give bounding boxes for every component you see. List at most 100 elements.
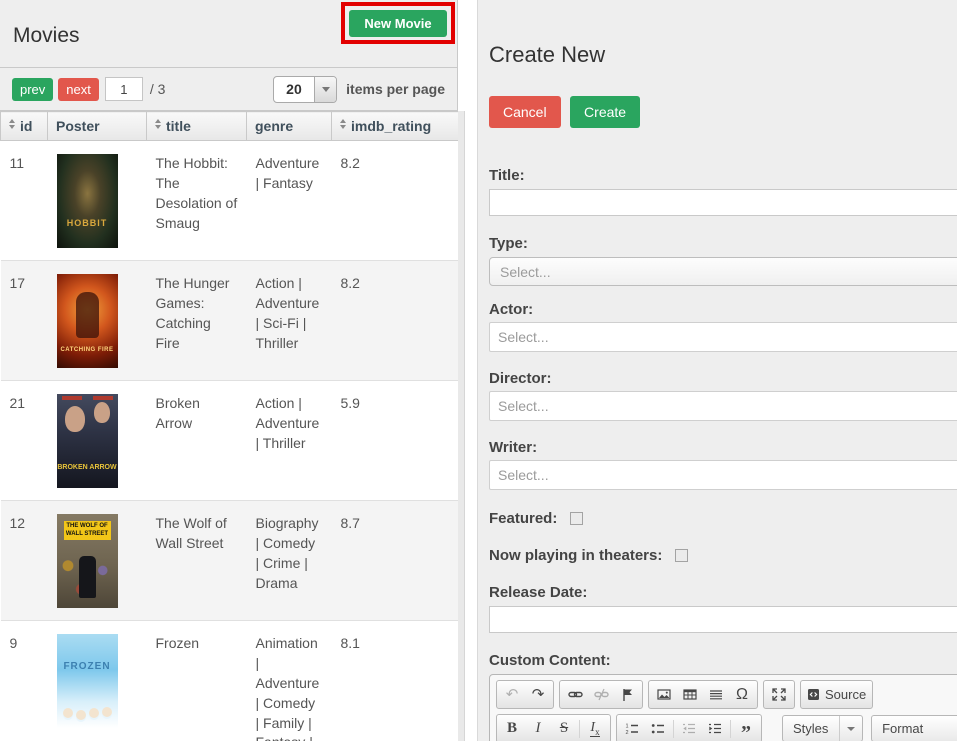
blockquote-icon[interactable]: ” (733, 720, 759, 741)
format-dropdown[interactable]: Format (871, 715, 957, 741)
bulleted-list-icon[interactable] (645, 716, 671, 741)
column-header-imdb-rating[interactable]: imdb_rating (332, 112, 460, 141)
outdent-icon[interactable] (676, 716, 702, 741)
cell-imdb-rating: 8.2 (332, 141, 460, 261)
release-date-label: Release Date: (489, 584, 957, 601)
table-row[interactable]: 17 CATCHING FIRE The Hunger Games: Catch… (1, 261, 460, 381)
now-playing-label: Now playing in theaters: (489, 547, 662, 564)
chevron-down-icon (839, 716, 862, 741)
column-label: genre (255, 118, 293, 134)
create-button[interactable]: Create (570, 96, 640, 128)
strikethrough-button[interactable]: S (551, 716, 577, 741)
actor-select[interactable] (489, 322, 957, 352)
poster-title-text: BROKEN ARROW (57, 463, 118, 473)
italic-button[interactable]: I (525, 716, 551, 741)
cell-imdb-rating: 5.9 (332, 381, 460, 501)
movie-poster: FROZEN (57, 634, 118, 728)
image-icon[interactable] (651, 682, 677, 707)
cell-id: 17 (1, 261, 48, 381)
red-highlight-annotation: New Movie (341, 2, 455, 44)
poster-title-text: THE WOLF OF WALL STREET (64, 521, 111, 540)
page-size-value: 20 (274, 77, 314, 102)
new-movie-button[interactable]: New Movie (349, 10, 447, 37)
table-icon[interactable] (677, 682, 703, 707)
title-input[interactable] (489, 189, 957, 216)
column-label: title (166, 118, 191, 134)
table-row[interactable]: 21 BROKEN ARROW Broken Arrow Action | Ad… (1, 381, 460, 501)
page-total-label: / 3 (150, 81, 166, 97)
table-row[interactable]: 9 FROZEN Frozen Animation | Adventure | … (1, 621, 460, 741)
movie-poster: BROKEN ARROW (57, 394, 118, 488)
source-button-label: Source (825, 687, 866, 702)
svg-text:2: 2 (626, 730, 629, 735)
next-page-button[interactable]: next (58, 78, 99, 101)
director-select[interactable] (489, 391, 957, 421)
writer-label: Writer: (489, 439, 957, 456)
cell-imdb-rating: 8.7 (332, 501, 460, 621)
numbered-list-icon[interactable]: 12 (619, 716, 645, 741)
cell-genre: Adventure | Fantasy (247, 141, 332, 261)
undo-icon[interactable]: ↶ (499, 682, 525, 707)
movies-table: id Poster title genre imdb_rating 11 (0, 111, 460, 741)
type-label: Type: (489, 235, 957, 252)
now-playing-checkbox[interactable] (675, 549, 688, 562)
cell-title: The Hobbit: The Desolation of Smaug (147, 141, 247, 261)
cell-id: 21 (1, 381, 48, 501)
column-header-title[interactable]: title (147, 112, 247, 141)
column-label: Poster (56, 118, 100, 134)
horizontal-rule-icon[interactable] (703, 682, 729, 707)
featured-label: Featured: (489, 510, 557, 527)
column-header-poster[interactable]: Poster (48, 112, 147, 141)
column-label: imdb_rating (351, 118, 431, 134)
column-header-id[interactable]: id (1, 112, 48, 141)
styles-dropdown-label: Styles (793, 721, 839, 736)
prev-page-button[interactable]: prev (12, 78, 53, 101)
page-number-input[interactable] (105, 77, 143, 101)
table-row[interactable]: 11 HOBBIT The Hobbit: The Desolation of … (1, 141, 460, 261)
type-select[interactable] (489, 257, 957, 286)
cell-imdb-rating: 8.2 (332, 261, 460, 381)
grid-header: Movies New Movie (0, 0, 458, 68)
column-header-genre[interactable]: genre (247, 112, 332, 141)
cell-title: Broken Arrow (147, 381, 247, 501)
styles-dropdown[interactable]: Styles (782, 715, 863, 741)
cell-title: The Hunger Games: Catching Fire (147, 261, 247, 381)
page-title: Movies (13, 24, 80, 48)
poster-title-text: FROZEN (57, 660, 118, 674)
table-scrollbar[interactable] (458, 111, 465, 741)
movie-poster: CATCHING FIRE (57, 274, 118, 368)
cell-id: 12 (1, 501, 48, 621)
table-row[interactable]: 12 THE WOLF OF WALL STREET The Wolf of W… (1, 501, 460, 621)
special-character-icon[interactable]: Ω (729, 682, 755, 707)
panel-title: Create New (489, 42, 957, 68)
indent-icon[interactable] (702, 716, 728, 741)
cancel-button[interactable]: Cancel (489, 96, 561, 128)
chevron-down-icon (322, 87, 330, 92)
cell-genre: Action | Adventure | Thriller (247, 381, 332, 501)
cell-genre: Action | Adventure | Sci-Fi | Thriller (247, 261, 332, 381)
remove-format-button[interactable]: Ix (582, 716, 608, 741)
cell-genre: Biography | Comedy | Crime | Drama (247, 501, 332, 621)
page-size-select[interactable]: 20 (273, 76, 337, 103)
table-header-row: id Poster title genre imdb_rating (1, 112, 460, 141)
bold-button[interactable]: B (499, 716, 525, 741)
maximize-icon[interactable] (766, 682, 792, 707)
featured-checkbox[interactable] (570, 512, 583, 525)
source-button[interactable]: Source (803, 682, 870, 707)
title-label: Title: (489, 167, 957, 184)
create-new-panel: Create New Cancel Create Title: Type: Ac… (477, 0, 957, 741)
sort-icon (9, 119, 15, 129)
rich-text-editor: ↶ ↷ (489, 674, 957, 741)
poster-title-text: HOBBIT (57, 217, 118, 230)
writer-select[interactable] (489, 460, 957, 490)
column-label: id (20, 118, 32, 134)
svg-text:1: 1 (626, 724, 629, 730)
redo-icon[interactable]: ↷ (525, 682, 551, 707)
unlink-icon[interactable] (588, 682, 614, 707)
link-icon[interactable] (562, 682, 588, 707)
release-date-input[interactable] (489, 606, 957, 633)
page-size-dropdown-button[interactable] (314, 77, 336, 102)
cell-title: The Wolf of Wall Street (147, 501, 247, 621)
anchor-flag-icon[interactable] (614, 682, 640, 707)
cell-id: 11 (1, 141, 48, 261)
